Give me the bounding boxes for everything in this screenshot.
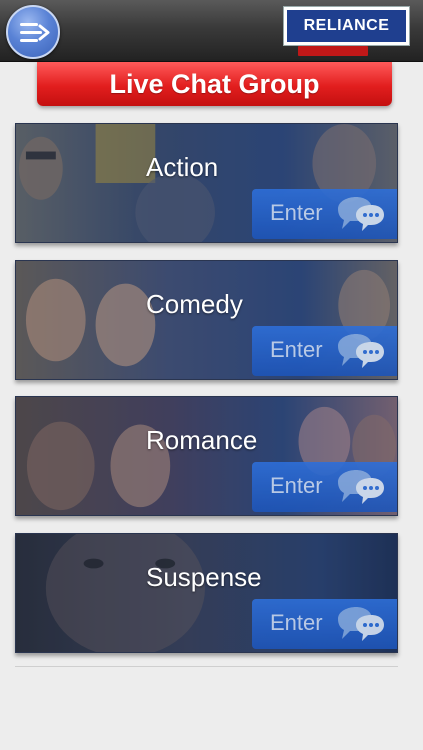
chat-bubbles-icon [338,607,384,641]
divider [15,666,398,667]
genre-label: Action [146,152,219,182]
genre-label: Suspense [146,562,262,592]
enter-label: Enter [270,473,323,498]
enter-label: Enter [270,200,323,225]
page-title-banner: Live Chat Group [37,62,392,106]
top-bar: RELIANCE [0,0,423,62]
enter-button[interactable]: Enter [252,326,397,376]
genre-label: Comedy [146,289,243,319]
menu-arrow-icon [20,23,50,42]
reliance-logo: RELIANCE [283,6,410,46]
genre-card-romance[interactable]: Romance Enter [15,396,398,516]
genre-card-suspense[interactable]: Suspense Enter [15,533,398,653]
genre-card-action[interactable]: Action Enter [15,123,398,243]
enter-label: Enter [270,337,323,362]
menu-button[interactable] [6,5,60,59]
chat-bubbles-icon [338,470,384,504]
genre-card-comedy[interactable]: Comedy Enter [15,260,398,380]
enter-button[interactable]: Enter [252,599,397,649]
page-title: Live Chat Group [109,68,320,99]
chat-bubbles-icon [338,197,384,231]
enter-button[interactable]: Enter [252,189,397,239]
enter-button[interactable]: Enter [252,462,397,512]
logo-text: RELIANCE [303,17,390,34]
chat-bubbles-icon [338,334,384,368]
enter-label: Enter [270,610,323,635]
genre-label: Romance [146,425,258,455]
logo-subtitle-strip [298,46,368,56]
